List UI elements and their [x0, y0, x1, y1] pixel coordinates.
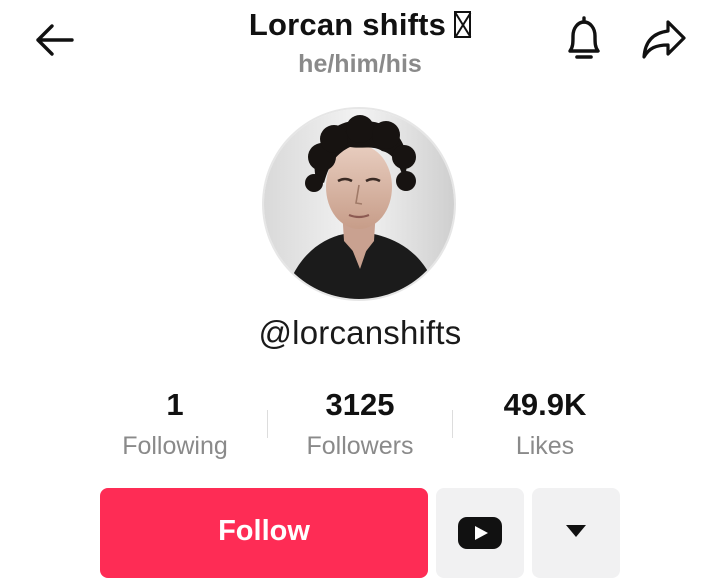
youtube-button[interactable] — [436, 488, 524, 578]
notifications-button[interactable] — [560, 14, 608, 66]
share-arrow-icon — [642, 20, 686, 59]
youtube-icon — [458, 517, 502, 549]
page-title-text: Lorcan shifts — [248, 7, 447, 42]
arrow-left-icon — [36, 24, 74, 56]
followers-stat[interactable]: 3125 Followers — [260, 385, 460, 463]
stat-divider — [452, 410, 453, 438]
username-handle: @lorcanshifts — [258, 314, 462, 351]
page-title: Lorcan shifts — [160, 6, 560, 44]
more-options-button[interactable] — [532, 488, 620, 578]
back-button[interactable] — [30, 18, 78, 62]
following-count: 1 — [166, 387, 184, 422]
following-stat[interactable]: 1 Following — [75, 385, 275, 463]
likes-count: 49.9K — [503, 387, 587, 422]
profile-photo — [264, 109, 454, 299]
caret-down-icon — [566, 525, 586, 537]
bell-icon — [568, 16, 600, 59]
top-bar: Lorcan shifts he/him/his — [0, 0, 720, 90]
likes-stat[interactable]: 49.9K Likes — [445, 385, 645, 463]
following-label: Following — [122, 432, 228, 460]
followers-count: 3125 — [325, 387, 395, 422]
stats-row: 1 Following 3125 Followers 49.9K Likes — [0, 385, 720, 470]
stat-divider — [267, 410, 268, 438]
unknown-glyph-icon — [454, 11, 472, 38]
likes-label: Likes — [515, 432, 575, 460]
follow-button[interactable]: Follow — [100, 488, 428, 578]
pronouns: he/him/his — [298, 50, 422, 78]
title-block: Lorcan shifts he/him/his — [160, 6, 560, 79]
avatar[interactable] — [264, 109, 454, 299]
share-button[interactable] — [638, 16, 690, 64]
followers-label: Followers — [306, 432, 414, 460]
